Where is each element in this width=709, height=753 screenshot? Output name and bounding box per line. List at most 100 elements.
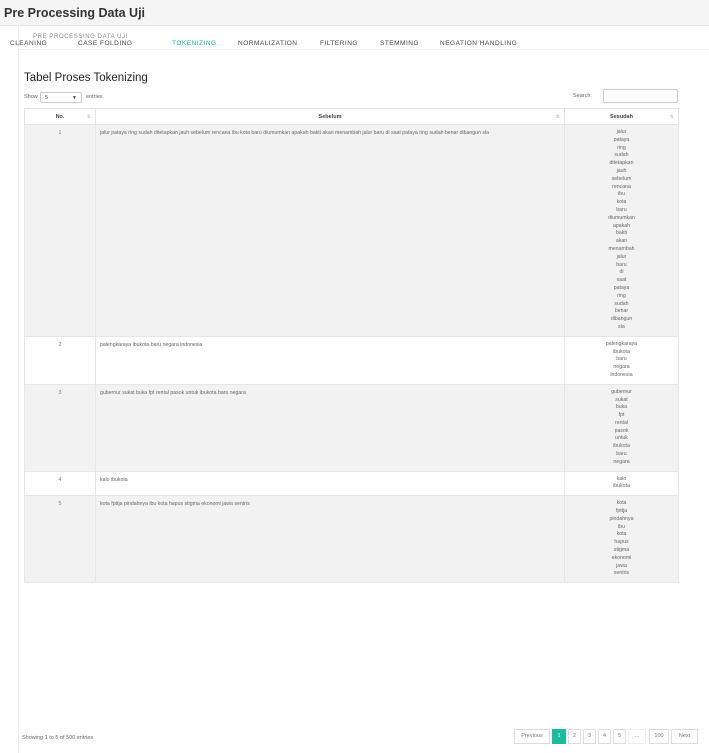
token: indonesia xyxy=(610,371,633,378)
token: pataya xyxy=(613,136,630,143)
search-box: Search: xyxy=(570,89,678,103)
token: benar xyxy=(614,308,629,315)
chevron-down-icon: ▼ xyxy=(72,95,77,101)
token: bakti xyxy=(616,230,627,237)
entries-select[interactable]: 5 ▼ xyxy=(40,92,82,103)
column-header-no[interactable]: No. ⇅ xyxy=(24,108,96,125)
token: jalur xyxy=(616,129,627,135)
page-button-1[interactable]: 1 xyxy=(552,729,566,744)
token: kalo xyxy=(616,475,627,482)
row-number: 5 xyxy=(24,495,96,584)
token: di xyxy=(619,269,624,276)
token: kota xyxy=(616,199,627,206)
token: ibukota xyxy=(613,483,630,490)
token: baru xyxy=(616,261,627,268)
token: ring xyxy=(617,144,626,151)
page-button-3[interactable]: 3 xyxy=(583,729,596,744)
row-after-tokens: jalur pataya ring sudah ditetapkan jauh sebelu… xyxy=(564,124,679,337)
token: jauh xyxy=(616,167,627,174)
page-button-4[interactable]: 4 xyxy=(598,729,611,744)
token: ring xyxy=(617,292,626,299)
show-label: Show xyxy=(24,94,38,100)
page-button-5[interactable]: 5 xyxy=(613,729,626,744)
tab-normalization[interactable]: NORMALIZATION xyxy=(238,40,297,47)
token: diumumkan xyxy=(608,214,635,221)
token: sudah xyxy=(614,152,629,159)
token: pindahnya xyxy=(609,515,634,522)
token: buka xyxy=(615,404,628,411)
token: sudah xyxy=(614,300,629,307)
token: ibu xyxy=(618,191,625,198)
token: negara xyxy=(613,458,630,465)
row-number: 1 xyxy=(24,124,96,337)
token: akan xyxy=(615,238,628,245)
page-button-100[interactable]: 100 xyxy=(649,729,669,744)
tab-tokenizing[interactable]: TOKENIZING xyxy=(172,40,217,47)
token: pasok xyxy=(614,427,629,434)
token: rencana xyxy=(612,183,631,190)
page-header: Pre Processing Data Uji xyxy=(0,0,709,26)
column-header-before-label: Sebelum xyxy=(318,113,342,120)
token: pataya xyxy=(613,284,630,291)
tab-stemming[interactable]: STEMMING xyxy=(380,40,419,47)
tab-negation-handling[interactable]: NEGATION HANDLING xyxy=(440,40,517,47)
token: stigma xyxy=(613,547,630,554)
token: sukat xyxy=(615,396,628,403)
token: dibangun xyxy=(610,316,633,323)
token: kota xyxy=(616,531,627,538)
sort-icon: ⇅ xyxy=(669,114,674,120)
tab-filtering[interactable]: FILTERING xyxy=(320,40,358,47)
page-button-2[interactable]: 2 xyxy=(568,729,581,744)
token: jawa xyxy=(616,562,627,569)
row-after-tokens: palengkaraya ibukota baru negara indonesia xyxy=(564,335,679,385)
token: rental xyxy=(615,419,628,426)
token: hapus xyxy=(614,539,629,546)
token: ekonomi xyxy=(611,554,632,561)
token: palengkaraya xyxy=(605,340,638,347)
sort-icon: ⇅ xyxy=(86,114,91,120)
token: untuk xyxy=(615,435,628,442)
token: jalur xyxy=(616,253,627,260)
table-row: 1 jalur pataya ring sudah ditetapkan jauh… xyxy=(24,124,679,337)
row-after-tokens: kota fpttja pindahnya ibu kota hapus stigma eko… xyxy=(564,495,679,584)
table-header-row: No. ⇅ Sebelum ⇅ Sesudah ⇅ xyxy=(24,108,679,125)
search-label: Search: xyxy=(573,93,592,99)
tokenizing-table: No. ⇅ Sebelum ⇅ Sesudah ⇅ 1 jalur pataya rin… xyxy=(24,108,679,584)
table-row: 2 palengkaraya ibukota baru negara indone… xyxy=(24,335,679,385)
entries-label: entries xyxy=(86,94,103,100)
token: sla xyxy=(618,323,625,330)
page-previous-button[interactable]: Previous xyxy=(514,729,550,744)
page-title: Pre Processing Data Uji xyxy=(4,6,146,20)
page-next-button[interactable]: Next xyxy=(671,729,698,744)
search-input[interactable] xyxy=(603,89,678,103)
token: baru xyxy=(616,451,627,458)
token: menambah xyxy=(608,245,635,252)
column-header-before[interactable]: Sebelum ⇅ xyxy=(95,108,565,125)
token: fpttja xyxy=(615,508,628,515)
page-ellipsis: ... xyxy=(628,729,646,744)
column-header-after-label: Sesudah xyxy=(610,113,633,120)
row-number: 4 xyxy=(24,470,96,497)
sort-icon: ⇅ xyxy=(555,114,560,120)
row-before-text: palengkaraya ibukota baru negara indones… xyxy=(95,335,565,385)
row-before-text: kota fpttja pindahnya ibu kota hapus sti… xyxy=(95,495,565,584)
token: baru xyxy=(616,206,627,213)
token: sentris xyxy=(613,570,630,577)
column-header-after[interactable]: Sesudah ⇅ xyxy=(564,108,679,125)
row-before-text: kalo ibukota xyxy=(95,470,565,497)
tab-cleaning[interactable]: CLEANING xyxy=(10,40,47,47)
tab-case-folding[interactable]: CASE FOLDING xyxy=(78,40,132,47)
token: gubernur xyxy=(611,388,632,395)
token: sebelum xyxy=(611,175,632,182)
row-before-text: gubernur sukat buka fpt rental pasok unt… xyxy=(95,383,565,472)
token: ibukota xyxy=(613,443,630,450)
token: ibukota xyxy=(613,348,630,355)
token: saat xyxy=(616,277,627,284)
column-header-no-label: No. xyxy=(55,113,65,120)
row-after-tokens: kalo ibukota xyxy=(564,470,679,497)
token: ditetapkan xyxy=(609,160,634,167)
entries-select-value: 5 xyxy=(45,95,49,101)
token: negara xyxy=(613,364,630,371)
token: fpt xyxy=(618,412,625,419)
table-row: 3 gubernur sukat buka fpt rental pasok un… xyxy=(24,383,679,472)
